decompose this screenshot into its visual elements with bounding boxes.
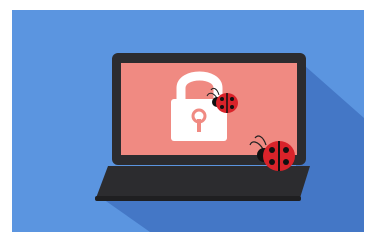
- padlock-keyhole-stem: [197, 119, 201, 132]
- laptop-security-illustration: [12, 10, 364, 232]
- laptop-base-edge: [95, 196, 301, 201]
- illustration-frame: [0, 0, 376, 240]
